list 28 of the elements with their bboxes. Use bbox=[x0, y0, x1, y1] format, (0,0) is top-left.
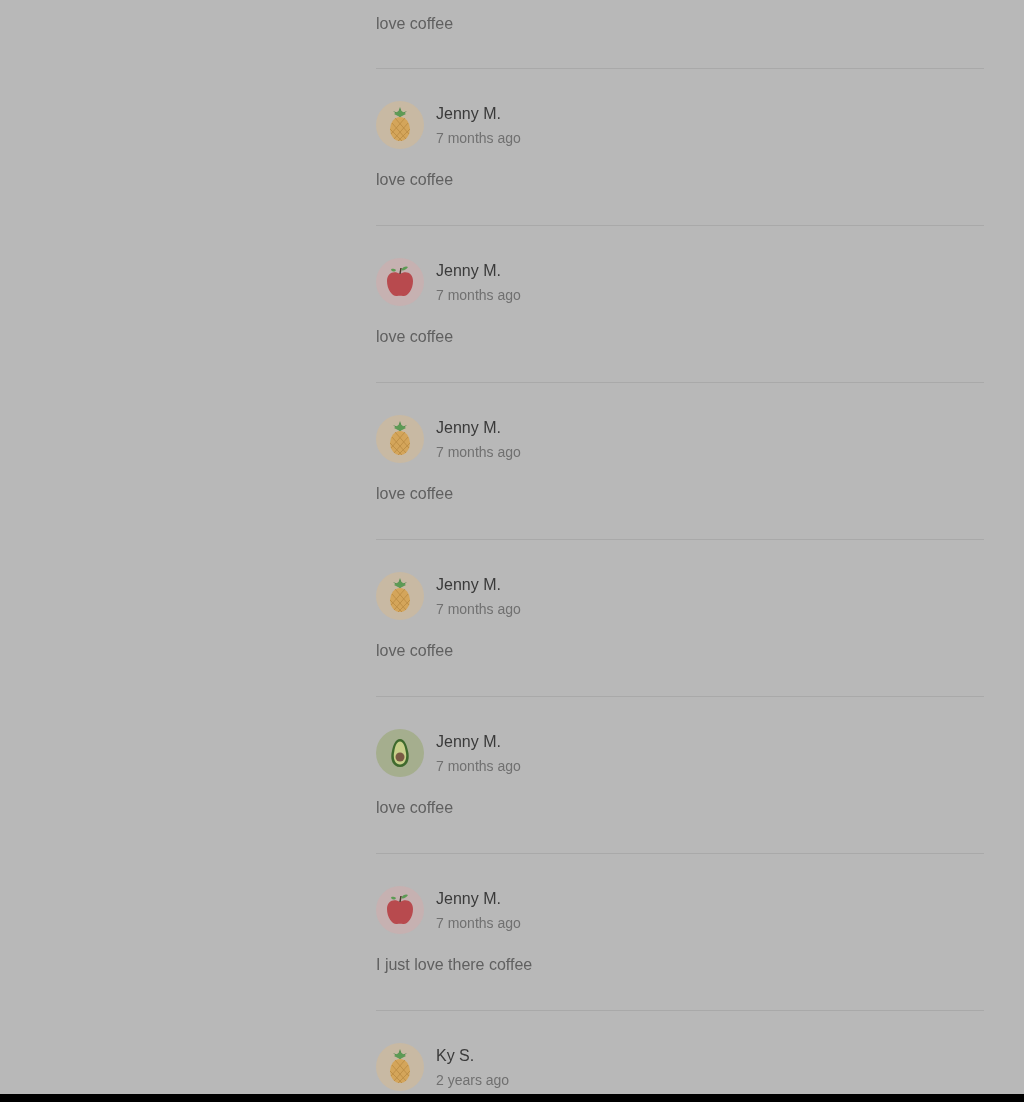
review-time: 7 months ago bbox=[436, 599, 521, 618]
review-text: love coffee bbox=[376, 484, 455, 504]
reviewer-name: Jenny M. bbox=[436, 103, 502, 124]
reviewer-name: Jenny M. bbox=[436, 731, 502, 752]
avocado-icon bbox=[376, 729, 424, 777]
pineapple-icon bbox=[376, 572, 424, 620]
pineapple-icon bbox=[376, 101, 424, 149]
review-time: 7 months ago bbox=[436, 756, 521, 775]
review-time: 7 months ago bbox=[436, 128, 521, 147]
review-text: love coffee bbox=[376, 641, 455, 661]
reviewer-name: Jenny M. bbox=[436, 888, 502, 909]
reviewer-name: Jenny M. bbox=[436, 574, 502, 595]
reviewer-name: Jenny M. bbox=[436, 260, 502, 281]
review-time: 2 years ago bbox=[436, 1070, 510, 1089]
pineapple-icon bbox=[376, 1043, 424, 1091]
apple-icon bbox=[376, 258, 424, 306]
review-text: love coffee bbox=[376, 798, 455, 818]
review-text: love coffee bbox=[376, 14, 455, 34]
review-text: love coffee bbox=[376, 327, 455, 347]
review-time: 7 months ago bbox=[436, 285, 521, 304]
reviewer-name: Jenny M. bbox=[436, 417, 502, 438]
reviewer-name: Ky S. bbox=[436, 1045, 476, 1066]
review-time: 7 months ago bbox=[436, 913, 521, 932]
review-text: I just love there coffee bbox=[376, 955, 534, 975]
review-time: 7 months ago bbox=[436, 442, 521, 461]
pineapple-icon bbox=[376, 415, 424, 463]
review-text: love coffee bbox=[376, 170, 455, 190]
apple-icon bbox=[376, 886, 424, 934]
